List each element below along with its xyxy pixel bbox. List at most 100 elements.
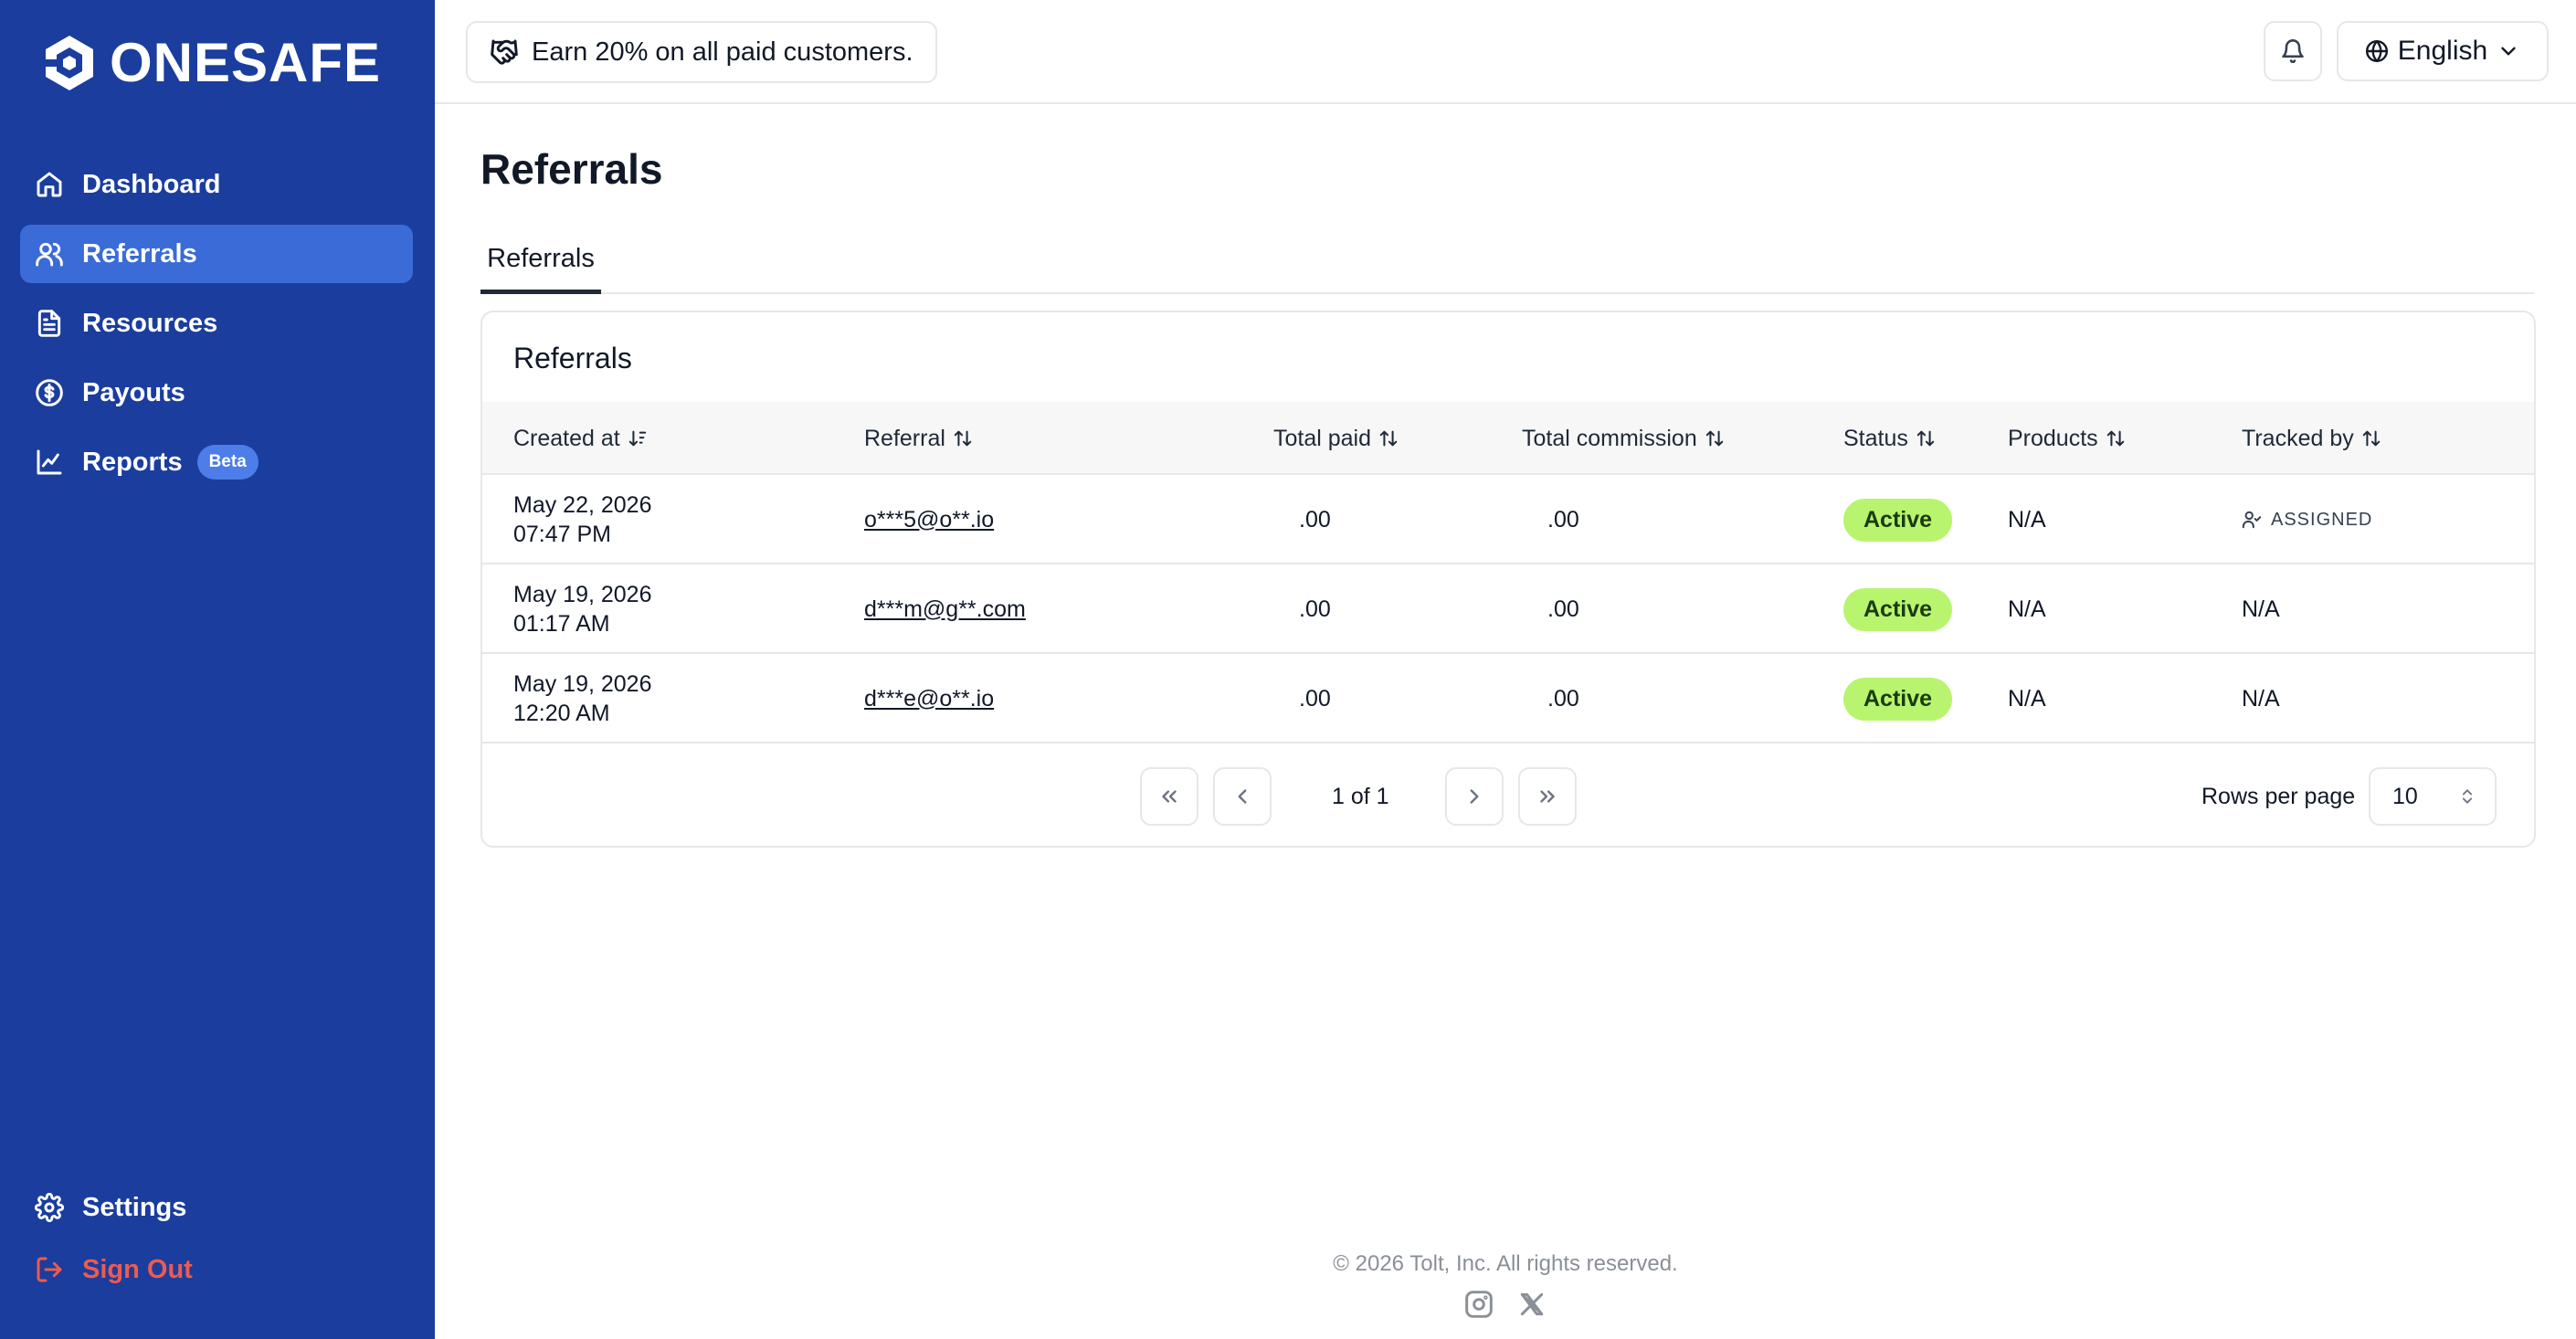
users-icon <box>36 242 63 267</box>
user-check-icon <box>2242 511 2262 529</box>
created-time: 12:20 AM <box>513 701 610 726</box>
status-badge: Active <box>1843 677 1953 721</box>
sidebar-item-label: Reports <box>82 447 183 477</box>
page-title: Referrals <box>480 145 663 193</box>
sign-out-label: Sign Out <box>82 1254 193 1284</box>
globe-icon <box>2365 39 2388 63</box>
referral-link[interactable]: d***m@g**.com <box>864 596 1026 623</box>
created-date: May 22, 2026 <box>513 492 652 518</box>
assigned-tag: ASSIGNED <box>2242 510 2372 531</box>
settings-label: Settings <box>82 1192 187 1222</box>
brand-logo[interactable]: ONESAFE <box>38 31 381 95</box>
chevron-down-icon <box>2501 47 2516 56</box>
column-label: Total paid <box>1273 425 1372 451</box>
table-row: May 19, 2026 01:17 AM d***m@g**.com .00 … <box>482 564 2534 654</box>
sidebar-item-label: Payouts <box>82 377 185 407</box>
column-label: Products <box>2008 425 2098 451</box>
products-cell: N/A <box>2008 596 2046 622</box>
referrals-card: Referrals Created at Referral Total paid… <box>480 311 2536 848</box>
sidebar-item-label: Dashboard <box>82 169 221 199</box>
column-total-commission[interactable]: Total commission <box>1522 402 1725 475</box>
pagination: 1 of 1 Rows per page 10 <box>482 745 2534 846</box>
sidebar-item-referrals[interactable]: Referrals <box>20 225 413 283</box>
column-tracked-by[interactable]: Tracked by <box>2242 402 2381 475</box>
chevrons-left-icon <box>1162 790 1177 803</box>
log-out-icon <box>37 1257 62 1282</box>
sidebar-item-reports[interactable]: Reports Beta <box>20 433 413 491</box>
gear-icon <box>35 1193 64 1222</box>
table-row: May 19, 2026 12:20 AM d***e@o**.io .00 .… <box>482 654 2534 743</box>
column-referral[interactable]: Referral <box>864 402 973 475</box>
sort-icon <box>2362 430 2380 447</box>
total-paid-cell: .00 <box>1299 596 1331 622</box>
products-cell: N/A <box>2008 506 2046 532</box>
tab-referrals[interactable]: Referrals <box>480 228 601 294</box>
sidebar-item-payouts[interactable]: Payouts <box>20 364 413 422</box>
sort-icon <box>1916 430 1935 447</box>
table-row: May 22, 2026 07:47 PM o***5@o**.io .00 .… <box>482 475 2534 564</box>
column-status[interactable]: Status <box>1843 402 1936 475</box>
chevron-left-icon <box>1238 789 1247 804</box>
created-time: 01:17 AM <box>513 611 610 637</box>
referral-cell: d***e@o**.io <box>864 654 994 743</box>
previous-page-button[interactable] <box>1213 767 1272 826</box>
total-commission-cell: .00 <box>1547 685 1579 712</box>
home-icon <box>37 172 62 197</box>
promo-text: Earn 20% on all paid customers. <box>532 37 913 67</box>
rows-per-page-value: 10 <box>2392 783 2418 809</box>
onesafe-logo-icon <box>38 36 93 90</box>
sidebar-item-resources[interactable]: Resources <box>20 294 413 353</box>
chevron-right-icon <box>1470 789 1479 804</box>
sign-out-button[interactable]: Sign Out <box>20 1240 413 1299</box>
top-bar: Earn 20% on all paid customers. English <box>435 0 2576 104</box>
sidebar-item-dashboard[interactable]: Dashboard <box>20 155 413 214</box>
created-at-cell: May 22, 2026 07:47 PM <box>513 475 652 564</box>
sidebar-item-label: Resources <box>82 308 218 338</box>
column-label: Referral <box>864 425 945 451</box>
last-page-button[interactable] <box>1518 767 1577 826</box>
language-selector[interactable]: English <box>2337 21 2549 81</box>
status-badge: Active <box>1843 587 1953 631</box>
handshake-icon <box>491 39 518 65</box>
sidebar-item-settings[interactable]: Settings <box>20 1178 413 1237</box>
notifications-button[interactable] <box>2264 21 2322 81</box>
first-page-button[interactable] <box>1140 767 1198 826</box>
x-twitter-icon[interactable] <box>1517 1290 1547 1319</box>
created-at-cell: May 19, 2026 01:17 AM <box>513 564 652 654</box>
created-time: 07:47 PM <box>513 522 612 547</box>
bell-icon <box>2282 39 2304 63</box>
sidebar: ONESAFE Dashboard Referrals Resources Pa… <box>0 0 435 1339</box>
tracked-by-cell: N/A <box>2242 685 2280 712</box>
status-badge: Active <box>1843 498 1953 542</box>
file-text-icon <box>37 310 61 337</box>
next-page-button[interactable] <box>1445 767 1504 826</box>
tracked-by-label: ASSIGNED <box>2271 509 2373 530</box>
total-paid-cell: .00 <box>1299 685 1331 712</box>
chevrons-up-down-icon <box>2462 789 2473 804</box>
total-commission-cell: .00 <box>1547 596 1579 622</box>
column-products[interactable]: Products <box>2008 402 2126 475</box>
referral-cell: o***5@o**.io <box>864 475 994 564</box>
rows-per-page-select[interactable]: 10 <box>2369 767 2497 826</box>
main-content: Earn 20% on all paid customers. English … <box>435 0 2576 1339</box>
column-label: Tracked by <box>2242 425 2354 451</box>
referral-link[interactable]: d***e@o**.io <box>864 686 994 712</box>
status-cell: Active <box>1843 654 1953 743</box>
column-created-at[interactable]: Created at <box>513 402 648 475</box>
sidebar-item-label: Referrals <box>82 238 197 269</box>
column-label: Created at <box>513 425 620 451</box>
chevrons-right-icon <box>1540 790 1555 803</box>
total-paid-cell: .00 <box>1299 506 1331 532</box>
created-at-cell: May 19, 2026 12:20 AM <box>513 654 652 743</box>
sort-desc-icon <box>628 430 647 447</box>
language-label: English <box>2397 36 2488 66</box>
promo-banner[interactable]: Earn 20% on all paid customers. <box>466 21 937 83</box>
footer-copyright: © 2026 Tolt, Inc. All rights reserved. <box>1333 1251 1678 1276</box>
column-total-paid[interactable]: Total paid <box>1273 402 1399 475</box>
status-cell: Active <box>1843 475 1953 564</box>
brand-name: ONESAFE <box>110 32 382 93</box>
referral-link[interactable]: o***5@o**.io <box>864 507 994 533</box>
table-header: Created at Referral Total paid Total com… <box>482 402 2534 475</box>
dollar-circle-icon <box>36 379 63 406</box>
instagram-icon[interactable] <box>1464 1290 1494 1319</box>
